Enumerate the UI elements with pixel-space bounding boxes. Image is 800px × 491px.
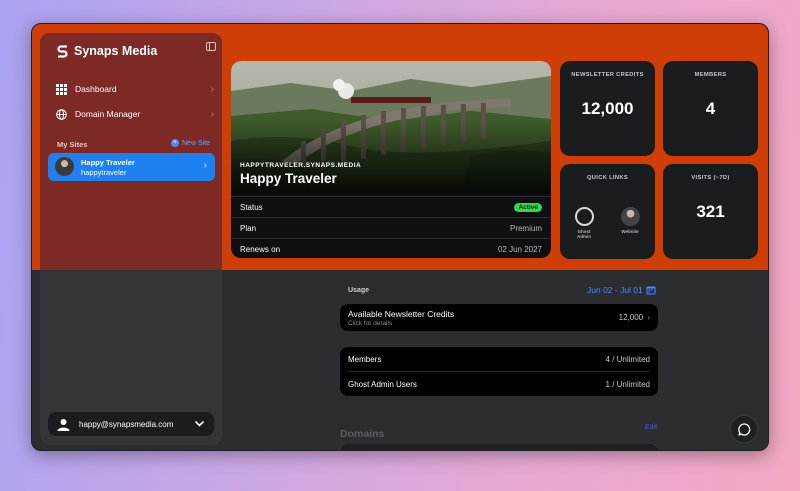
usage-label: Usage (348, 287, 370, 294)
globe-icon (56, 108, 67, 120)
domains-panel (340, 444, 658, 450)
domains-edit-link[interactable]: Edit (645, 424, 657, 431)
grid-icon (56, 83, 67, 95)
quick-link-ghost-admin[interactable]: Ghost Admin (570, 207, 598, 239)
user-icon (57, 418, 70, 431)
ghost-icon (574, 207, 594, 226)
card-label: QUICK LINKS (587, 175, 628, 181)
sidebar: Synaps Media Dashboard › Domain Manager … (40, 33, 222, 445)
ghost-admin-users-row: Ghost Admin Users 1 / Unlimited (340, 372, 658, 396)
sidebar-item-label: Domain Manager (75, 109, 141, 119)
renews-row: Renews on 02 Jun 2027 (231, 238, 551, 258)
chevron-right-icon: › (210, 83, 214, 95)
credits-value: 12,000 › (619, 313, 650, 322)
quick-link-label: Ghost Admin (577, 229, 591, 239)
row-value: 02 Jun 2027 (497, 244, 542, 254)
usage-limits-panel: Members 4 / Unlimited Ghost Admin Users … (340, 347, 658, 396)
calendar-icon (646, 286, 656, 295)
chevron-right-icon: › (203, 160, 207, 171)
sidebar-item-domain-manager[interactable]: Domain Manager › (56, 105, 214, 123)
credits-subtitle: Click for details (348, 320, 393, 327)
card-value: 12,000 (581, 99, 634, 118)
site-item-happy-traveler[interactable]: Happy Traveler happytraveler › (48, 153, 215, 181)
newsletter-credits-row[interactable]: Available Newsletter Credits Click for d… (340, 304, 658, 331)
chevron-right-icon: › (647, 313, 650, 322)
chevron-down-icon (195, 421, 204, 427)
row-label: Status (240, 202, 263, 212)
new-site-label: New Site (182, 139, 211, 147)
card-value: 4 (705, 99, 716, 118)
quick-link-website[interactable]: Website (616, 207, 644, 234)
row-label: Plan (240, 223, 257, 233)
members-card[interactable]: MEMBERS 4 (663, 61, 758, 156)
site-title: Happy Traveler (240, 171, 337, 186)
visits-card[interactable]: VISITS (~7D) 321 (663, 164, 758, 259)
website-avatar-icon (620, 207, 640, 226)
plus-icon: + (171, 139, 179, 147)
site-hero-card[interactable]: HAPPYTRAVELER.SYNAPS.MEDIA Happy Travele… (231, 61, 551, 258)
status-badge: Active (514, 202, 542, 212)
site-name: Happy Traveler (81, 158, 135, 167)
row-value: 4 / Unlimited (605, 354, 650, 364)
my-sites-label: My Sites (57, 140, 88, 149)
user-email: happy@synapsmedia.com (79, 419, 174, 429)
sidebar-item-label: Dashboard (75, 84, 117, 94)
avatar (55, 157, 74, 176)
credits-title: Available Newsletter Credits (348, 309, 455, 319)
date-range-value: Jun 02 - Jul 01 (587, 285, 643, 295)
sidebar-toggle-icon[interactable] (206, 42, 216, 51)
user-menu[interactable]: happy@synapsmedia.com (48, 412, 214, 436)
plan-row: Plan Premium (231, 217, 551, 238)
row-label: Members (348, 354, 382, 364)
sidebar-top (40, 33, 222, 270)
members-usage-row: Members 4 / Unlimited (340, 347, 658, 371)
domains-heading: Domains (340, 428, 385, 440)
synaps-logo-icon (57, 45, 68, 58)
chat-button[interactable] (730, 415, 758, 443)
app-window: Synaps Media Dashboard › Domain Manager … (31, 23, 769, 451)
status-row: Status Active (231, 196, 551, 217)
quick-link-label: Website (621, 229, 639, 234)
card-label: VISITS (~7D) (691, 175, 730, 181)
newsletter-credits-card[interactable]: NEWSLETTER CREDITS 12,000 (560, 61, 655, 156)
card-label: MEMBERS (694, 72, 727, 78)
card-label: NEWSLETTER CREDITS (571, 72, 644, 78)
quick-links-card: QUICK LINKS Ghost Admin Website (560, 164, 655, 259)
brand[interactable]: Synaps Media (56, 44, 157, 58)
chat-bubble-icon (737, 422, 750, 436)
chevron-right-icon: › (210, 108, 214, 120)
card-value: 321 (696, 202, 725, 221)
row-label: Renews on (240, 244, 281, 254)
date-range-picker[interactable]: Jun 02 - Jul 01 (587, 285, 656, 295)
row-value: Premium (509, 223, 542, 233)
credits-value-text: 12,000 (618, 313, 644, 322)
site-url: HAPPYTRAVELER.SYNAPS.MEDIA (240, 162, 362, 169)
site-handle: happytraveler (81, 168, 127, 177)
new-site-button[interactable]: + New Site (171, 139, 210, 147)
row-value: 1 / Unlimited (605, 379, 650, 389)
row-label: Ghost Admin Users (348, 379, 417, 389)
sidebar-item-dashboard[interactable]: Dashboard › (56, 80, 214, 98)
brand-name: Synaps Media (74, 44, 158, 58)
